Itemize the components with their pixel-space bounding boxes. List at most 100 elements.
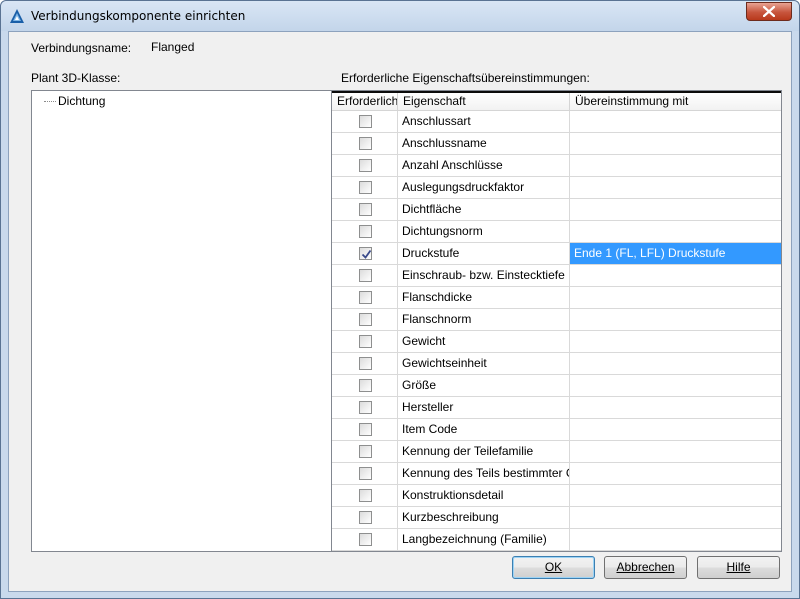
property-cell: Langbezeichnung (Familie) [398,529,570,550]
required-checkbox[interactable] [359,379,372,392]
required-checkbox[interactable] [359,159,372,172]
class-tree[interactable]: Dichtung [31,90,334,552]
required-checkbox[interactable] [359,357,372,370]
required-checkbox[interactable] [359,467,372,480]
required-cell [332,221,398,242]
match-cell[interactable] [570,221,781,242]
match-cell[interactable] [570,309,781,330]
required-checkbox[interactable] [359,335,372,348]
table-row[interactable]: Anschlussart [332,111,781,133]
match-cell[interactable] [570,463,781,484]
property-cell: Konstruktionsdetail [398,485,570,506]
connection-name-label: Verbindungsname: [31,41,132,55]
match-cell[interactable] [570,507,781,528]
match-cell[interactable] [570,397,781,418]
match-cell[interactable]: Ende 1 (FL, LFL) Druckstufe [570,243,781,264]
properties-grid[interactable]: Erforderlich Eigenschaft Übereinstimmung… [331,90,782,552]
match-cell[interactable] [570,375,781,396]
cancel-button[interactable]: Abbrechen [604,556,687,579]
table-row[interactable]: Hersteller [332,397,781,419]
table-row[interactable]: Flanschnorm [332,309,781,331]
required-checkbox[interactable] [359,401,372,414]
required-cell [332,287,398,308]
help-button[interactable]: Hilfe [697,556,780,579]
property-cell: Druckstufe [398,243,570,264]
close-button[interactable] [746,2,792,21]
title-bar[interactable]: Verbindungskomponente einrichten [1,1,799,31]
table-row[interactable]: Anzahl Anschlüsse [332,155,781,177]
match-cell[interactable] [570,199,781,220]
required-checkbox[interactable] [359,423,372,436]
match-cell[interactable] [570,529,781,550]
table-row[interactable]: Druckstufe Ende 1 (FL, LFL) Druckstufe [332,243,781,265]
required-checkbox[interactable] [359,247,372,260]
table-row[interactable]: Langbezeichnung (Familie) [332,529,781,551]
required-checkbox[interactable] [359,313,372,326]
match-cell[interactable] [570,133,781,154]
match-cell[interactable] [570,485,781,506]
tree-connector [44,101,56,102]
property-cell: Gewicht [398,331,570,352]
match-cell[interactable] [570,155,781,176]
table-row[interactable]: Item Code [332,419,781,441]
required-checkbox[interactable] [359,115,372,128]
required-checkbox[interactable] [359,137,372,150]
required-checkbox[interactable] [359,511,372,524]
match-cell[interactable] [570,265,781,286]
required-cell [332,507,398,528]
required-checkbox[interactable] [359,445,372,458]
property-cell: Kurzbeschreibung [398,507,570,528]
required-checkbox[interactable] [359,533,372,546]
help-button-label: Hilfe [726,560,751,574]
table-row[interactable]: Kennung des Teils bestimmter Gr... [332,463,781,485]
table-row[interactable]: Kurzbeschreibung [332,507,781,529]
table-row[interactable]: Kennung der Teilefamilie [332,441,781,463]
table-row[interactable]: Flanschdicke [332,287,781,309]
grid-header: Erforderlich Eigenschaft Übereinstimmung… [332,91,781,111]
property-cell: Kennung der Teilefamilie [398,441,570,462]
required-cell [332,485,398,506]
table-row[interactable]: Einschraub- bzw. Einstecktiefe [332,265,781,287]
match-cell[interactable] [570,177,781,198]
required-cell [332,177,398,198]
table-row[interactable]: Anschlussname [332,133,781,155]
required-cell [332,353,398,374]
column-header-property[interactable]: Eigenschaft [398,93,570,111]
tree-item-dichtung[interactable]: Dichtung [44,94,105,108]
match-cell[interactable] [570,419,781,440]
properties-label: Erforderliche Eigenschaftsübereinstimmun… [341,71,590,85]
property-cell: Dichtungsnorm [398,221,570,242]
table-row[interactable]: Dichtfläche [332,199,781,221]
table-row[interactable]: Größe [332,375,781,397]
column-header-required[interactable]: Erforderlich [332,93,398,111]
table-row[interactable]: Dichtungsnorm [332,221,781,243]
ok-button[interactable]: OK [512,556,595,579]
required-checkbox[interactable] [359,181,372,194]
table-row[interactable]: Gewichtseinheit [332,353,781,375]
required-checkbox[interactable] [359,203,372,216]
column-header-match[interactable]: Übereinstimmung mit [570,93,781,111]
table-row[interactable]: Gewicht [332,331,781,353]
match-cell[interactable] [570,111,781,132]
required-cell [332,243,398,264]
table-row[interactable]: Auslegungsdruckfaktor [332,177,781,199]
required-checkbox[interactable] [359,225,372,238]
required-checkbox[interactable] [359,489,372,502]
required-cell [332,265,398,286]
class-label: Plant 3D-Klasse: [31,71,121,85]
table-row[interactable]: Konstruktionsdetail [332,485,781,507]
match-cell[interactable] [570,287,781,308]
required-checkbox[interactable] [359,269,372,282]
required-cell [332,133,398,154]
property-cell: Flanschdicke [398,287,570,308]
match-cell[interactable] [570,353,781,374]
required-cell [332,529,398,550]
connection-name-value: Flanged [151,40,195,54]
required-cell [332,419,398,440]
required-cell [332,111,398,132]
match-cell[interactable] [570,441,781,462]
window-title: Verbindungskomponente einrichten [31,9,246,23]
match-cell[interactable] [570,331,781,352]
required-checkbox[interactable] [359,291,372,304]
property-cell: Auslegungsdruckfaktor [398,177,570,198]
